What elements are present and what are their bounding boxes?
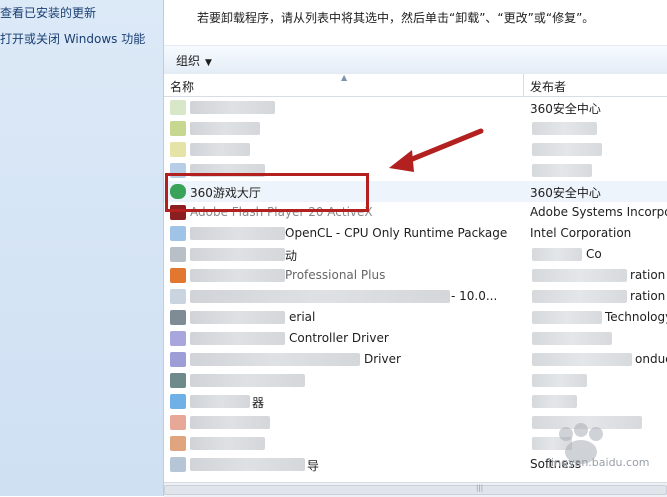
baidu-watermark-icon [559,423,603,464]
watermark-text: jingyan.baidu.com [548,456,650,469]
